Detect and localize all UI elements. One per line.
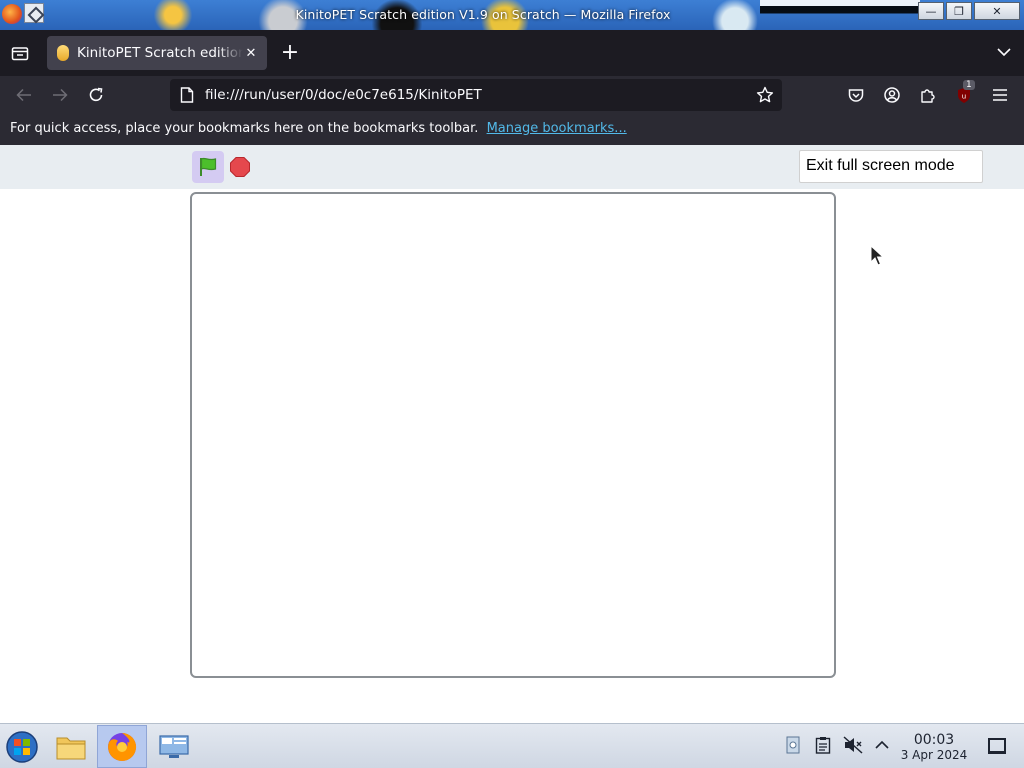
tray-volume-button[interactable] xyxy=(842,734,864,756)
firefox-view-button[interactable] xyxy=(8,41,32,65)
puzzle-icon xyxy=(921,89,935,103)
exit-fullscreen-button[interactable]: Exit full screen mode xyxy=(799,150,983,183)
tab-kinitopet[interactable]: KinitoPET Scratch edition V1.9 on Scratc… xyxy=(47,36,267,70)
page-icon xyxy=(180,87,194,103)
back-button[interactable] xyxy=(12,83,36,107)
start-orb-icon xyxy=(6,730,38,763)
clock-date: 3 Apr 2024 xyxy=(900,748,968,762)
computer-settings-icon xyxy=(159,734,189,758)
pocket-button[interactable] xyxy=(844,83,868,107)
bookmark-star-button[interactable] xyxy=(754,84,776,106)
manage-bookmarks-link[interactable]: Manage bookmarks... xyxy=(487,121,627,136)
window-titlebar[interactable]: KinitoPET Scratch edition V1.9 on Scratc… xyxy=(0,0,1024,30)
stop-icon xyxy=(230,157,250,177)
mouse-cursor-icon xyxy=(870,245,884,266)
pocket-icon xyxy=(848,88,864,102)
minimize-button[interactable]: — xyxy=(918,2,944,20)
chevron-up-icon xyxy=(875,740,889,749)
extensions-button[interactable] xyxy=(916,83,940,107)
chevron-down-icon xyxy=(997,48,1011,57)
bookmarks-message: For quick access, place your bookmarks h… xyxy=(10,121,479,136)
green-flag-button[interactable] xyxy=(192,151,224,183)
reload-button[interactable] xyxy=(84,83,108,107)
url-text[interactable]: file:///run/user/0/doc/e0c7e615/KinitoPE… xyxy=(205,87,482,103)
window-title: KinitoPET Scratch edition V1.9 on Scratc… xyxy=(295,7,671,22)
page-content: Exit full screen mode xyxy=(0,145,1024,723)
os-taskbar: 00:03 3 Apr 2024 xyxy=(0,723,1024,768)
maximize-button[interactable]: ❐ xyxy=(946,2,972,20)
tab-strip: KinitoPET Scratch edition V1.9 on Scratc… xyxy=(0,30,1024,76)
stop-button[interactable] xyxy=(228,155,252,179)
ublock-extension-button[interactable]: u 1 xyxy=(952,80,976,107)
volume-muted-icon xyxy=(843,736,863,754)
tab-favicon-icon xyxy=(57,45,69,61)
address-bar[interactable]: file:///run/user/0/doc/e0c7e615/KinitoPE… xyxy=(170,79,782,111)
firefox-view-icon xyxy=(11,47,29,61)
hamburger-menu-icon xyxy=(993,89,1007,101)
vault-icon xyxy=(786,736,800,754)
list-all-tabs-button[interactable] xyxy=(994,42,1014,62)
tray-clipboard-button[interactable] xyxy=(812,734,834,756)
taskbar-file-manager[interactable] xyxy=(49,725,93,768)
stage-header: Exit full screen mode xyxy=(0,145,1024,189)
firefox-icon xyxy=(108,732,137,761)
extension-badge: 1 xyxy=(963,80,975,90)
start-menu-button[interactable] xyxy=(2,725,42,768)
new-tab-button[interactable]: + xyxy=(278,41,302,65)
arrow-right-icon xyxy=(53,88,68,102)
taskbar-firefox[interactable] xyxy=(97,725,147,768)
tray-vault-icon-button[interactable] xyxy=(782,734,804,756)
tray-expand-button[interactable] xyxy=(871,734,893,756)
taskbar-system-settings[interactable] xyxy=(153,725,195,768)
tab-title: KinitoPET Scratch edition V1.9 on Scratc… xyxy=(77,45,243,61)
forward-button[interactable] xyxy=(48,83,72,107)
close-window-button[interactable]: ✕ xyxy=(974,2,1020,20)
reload-icon xyxy=(89,87,103,102)
star-icon xyxy=(756,86,774,103)
tab-close-icon[interactable]: ✕ xyxy=(243,45,259,61)
svg-text:u: u xyxy=(962,93,966,101)
taskbar-clock[interactable]: 00:03 3 Apr 2024 xyxy=(898,732,970,762)
bookmarks-toolbar: For quick access, place your bookmarks h… xyxy=(0,114,1024,145)
scratch-stage[interactable] xyxy=(190,192,836,678)
folder-icon xyxy=(56,737,86,759)
app-menu-button[interactable] xyxy=(988,83,1012,107)
green-flag-icon xyxy=(200,157,217,176)
show-desktop-button[interactable] xyxy=(988,738,1006,754)
account-button[interactable] xyxy=(880,83,904,107)
arrow-left-icon xyxy=(16,88,31,102)
window-controls: — ❐ ✕ xyxy=(918,2,1020,20)
clipboard-icon xyxy=(815,737,831,754)
clock-time: 00:03 xyxy=(913,732,955,748)
navigation-toolbar: file:///run/user/0/doc/e0c7e615/KinitoPE… xyxy=(0,76,1024,114)
account-icon xyxy=(884,87,900,103)
